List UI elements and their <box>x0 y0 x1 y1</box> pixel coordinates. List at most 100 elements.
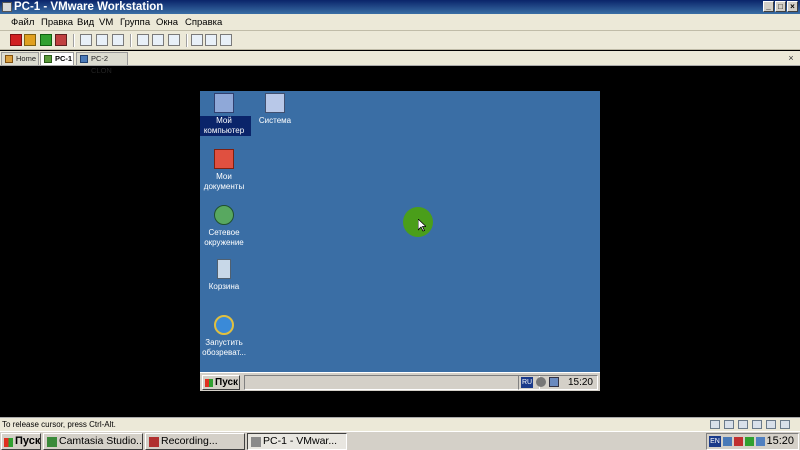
host-system-tray: EN 15:20 <box>706 433 799 450</box>
suspend-icon[interactable] <box>24 34 36 46</box>
tab-home[interactable]: Home <box>1 52 39 65</box>
desktop-icon-label: Мои документы <box>203 172 245 191</box>
host-taskbar: Пуск Camtasia Studio... Recording... PC-… <box>0 431 800 450</box>
minimize-button[interactable]: _ <box>763 1 774 12</box>
mouse-cursor-icon <box>418 219 426 232</box>
close-button[interactable]: × <box>787 1 798 12</box>
quick-switch-icon[interactable] <box>152 34 164 46</box>
snapshot-manager-icon[interactable] <box>112 34 124 46</box>
power-on-icon[interactable] <box>40 34 52 46</box>
tab-pc2-clon[interactable]: PC-2 CLON <box>76 52 128 75</box>
my-documents-icon <box>214 149 234 169</box>
title-bar: PC-1 - VMware Workstation _ □ × <box>0 0 800 14</box>
toolbar-separator <box>73 34 75 47</box>
menu-file[interactable]: Файл <box>11 16 34 29</box>
desktop-icon-label: Мой компьютер <box>200 116 251 136</box>
desktop-icon-my-documents[interactable]: Мои документы <box>200 149 251 192</box>
guest-taskbar: Пуск RU 15:20 <box>200 372 600 391</box>
system-icon <box>265 93 285 113</box>
vmware-app-icon <box>2 2 12 12</box>
status-message: To release cursor, press Ctrl-Alt. <box>2 420 116 429</box>
guest-start-label: Пуск <box>215 377 239 388</box>
summary-view-icon[interactable] <box>205 34 217 46</box>
menu-edit[interactable]: Правка <box>41 16 73 29</box>
network-adapter-icon[interactable] <box>752 420 762 429</box>
menu-bar: Файл Правка Вид VM Группа Окна Справка <box>0 14 800 31</box>
task-label: PC-1 - VMwar... <box>263 435 338 447</box>
tab-pc2-label: PC-2 CLON <box>91 54 112 75</box>
floppy-icon[interactable] <box>738 420 748 429</box>
cd-rom-icon[interactable] <box>724 420 734 429</box>
toolbar <box>0 31 800 50</box>
desktop-icon-label: Сетевое окружение <box>204 228 244 247</box>
status-bar: To release cursor, press Ctrl-Alt. <box>0 417 800 431</box>
vmware-icon <box>251 437 261 447</box>
power-off-icon[interactable] <box>10 34 22 46</box>
task-recording[interactable]: Recording... <box>145 433 245 450</box>
menu-help[interactable]: Справка <box>185 16 222 29</box>
menu-windows[interactable]: Окна <box>156 16 178 29</box>
desktop-icon-label: Запустить обозреват... <box>202 338 246 357</box>
sound-icon[interactable] <box>780 420 790 429</box>
snapshot-icon[interactable] <box>80 34 92 46</box>
appliance-view-icon[interactable] <box>220 34 232 46</box>
desktop-icon-my-computer[interactable]: Мой компьютер <box>200 93 251 136</box>
menu-view[interactable]: Вид <box>77 16 94 29</box>
tab-pc1-label: PC-1 <box>55 54 73 63</box>
window-title: PC-1 - VMware Workstation <box>14 1 164 13</box>
internet-explorer-icon <box>214 315 234 335</box>
tab-bar: Home PC-1 PC-2 CLON <box>0 51 800 75</box>
sidebar-icon[interactable] <box>137 34 149 46</box>
guest-start-button[interactable]: Пуск <box>202 375 240 390</box>
windows-logo-icon <box>4 438 13 447</box>
task-vmware[interactable]: PC-1 - VMwar... <box>247 433 347 450</box>
toolbar-separator <box>186 34 188 47</box>
desktop-icon-recycle-bin[interactable]: Корзина <box>200 259 251 292</box>
revert-snapshot-icon[interactable] <box>96 34 108 46</box>
camtasia-icon <box>47 437 57 447</box>
maximize-button[interactable]: □ <box>775 1 786 12</box>
desktop-icon-network[interactable]: Сетевое окружение <box>200 205 251 248</box>
volume-icon[interactable] <box>536 377 546 387</box>
antivirus-icon[interactable] <box>734 437 743 446</box>
task-label: Recording... <box>161 435 218 447</box>
desktop-icon-system[interactable]: Система <box>248 93 302 126</box>
host-start-button[interactable]: Пуск <box>1 433 41 450</box>
menu-vm[interactable]: VM <box>99 16 113 29</box>
task-label: Camtasia Studio... <box>59 435 143 447</box>
tab-pc1[interactable]: PC-1 <box>40 52 74 65</box>
full-screen-icon[interactable] <box>168 34 180 46</box>
desktop-icon-internet-explorer[interactable]: Запустить обозреват... <box>200 315 251 358</box>
host-clock: 15:20 <box>766 435 794 447</box>
host-start-label: Пуск <box>15 435 41 447</box>
menu-team[interactable]: Группа <box>120 16 150 29</box>
reset-icon[interactable] <box>55 34 67 46</box>
host-language-indicator[interactable]: EN <box>709 436 721 447</box>
desktop-icon-label: Система <box>258 116 292 125</box>
close-tab-icon[interactable]: × <box>786 53 796 63</box>
network-icon <box>214 205 234 225</box>
console-view-icon[interactable] <box>191 34 203 46</box>
recording-icon <box>149 437 159 447</box>
guest-language-indicator[interactable]: RU <box>521 377 533 388</box>
guest-system-tray: RU 15:20 <box>518 375 598 390</box>
tray-app-icon[interactable] <box>745 437 754 446</box>
desktop-icon-label: Корзина <box>208 282 240 291</box>
usb-icon[interactable] <box>766 420 776 429</box>
guest-clock: 15:20 <box>567 377 593 388</box>
home-icon <box>5 55 13 63</box>
vm-icon <box>80 55 88 63</box>
network-tray-icon[interactable] <box>549 377 559 387</box>
task-camtasia[interactable]: Camtasia Studio... <box>43 433 143 450</box>
guest-screen[interactable]: Мой компьютер Система Мои документы Сете… <box>200 91 600 391</box>
toolbar-separator <box>130 34 132 47</box>
network-tray-icon[interactable] <box>723 437 732 446</box>
tab-home-label: Home <box>16 54 37 63</box>
windows-logo-icon <box>205 379 213 387</box>
my-computer-icon <box>214 93 234 113</box>
guest-task-area <box>244 375 540 390</box>
vm-icon <box>44 55 52 63</box>
tray-app-icon[interactable] <box>756 437 765 446</box>
hard-disk-icon[interactable] <box>710 420 720 429</box>
recycle-bin-icon <box>217 259 231 279</box>
